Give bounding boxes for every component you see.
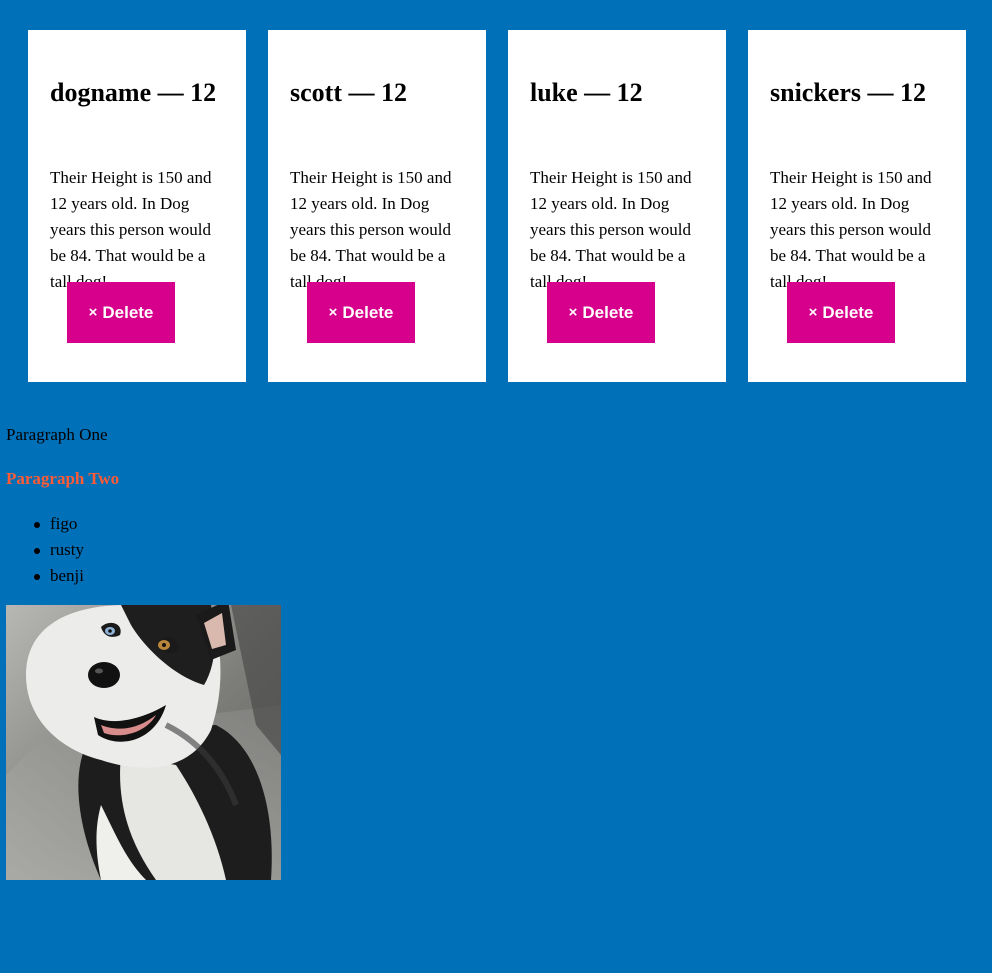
delete-button[interactable]: × Delete: [547, 282, 655, 343]
paragraph-one: Paragraph One: [6, 425, 108, 444]
list-item: benji: [34, 563, 84, 589]
person-card: snickers — 12 Their Height is 150 and 12…: [748, 30, 966, 382]
close-icon: ×: [808, 304, 818, 321]
card-description: Their Height is 150 and 12 years old. In…: [290, 168, 452, 291]
delete-button-label: Delete: [822, 302, 874, 322]
delete-button-label: Delete: [102, 302, 154, 322]
close-icon: ×: [568, 304, 578, 321]
card-grid: dogname — 12 Their Height is 150 and 12 …: [28, 30, 966, 382]
card-title: luke — 12: [530, 78, 643, 107]
list-item: figo: [34, 511, 84, 537]
card-description: Their Height is 150 and 12 years old. In…: [770, 168, 932, 291]
card-description: Their Height is 150 and 12 years old. In…: [530, 168, 692, 291]
delete-button[interactable]: × Delete: [307, 282, 415, 343]
person-card: dogname — 12 Their Height is 150 and 12 …: [28, 30, 246, 382]
husky-dog-photo: [6, 605, 281, 880]
delete-button-label: Delete: [582, 302, 634, 322]
husky-icon: [6, 605, 281, 880]
person-card: scott — 12 Their Height is 150 and 12 ye…: [268, 30, 486, 382]
card-description: Their Height is 150 and 12 years old. In…: [50, 168, 212, 291]
close-icon: ×: [328, 304, 338, 321]
delete-button[interactable]: × Delete: [787, 282, 895, 343]
paragraph-two: Paragraph Two: [6, 469, 120, 488]
delete-button-label: Delete: [342, 302, 394, 322]
card-title: scott — 12: [290, 78, 407, 107]
list-item: rusty: [34, 537, 84, 563]
card-title: dogname — 12: [50, 78, 217, 107]
card-title: snickers — 12: [770, 78, 926, 107]
dog-name-list: figo rusty benji: [34, 511, 84, 589]
person-card: luke — 12 Their Height is 150 and 12 yea…: [508, 30, 726, 382]
close-icon: ×: [88, 304, 98, 321]
delete-button[interactable]: × Delete: [67, 282, 175, 343]
